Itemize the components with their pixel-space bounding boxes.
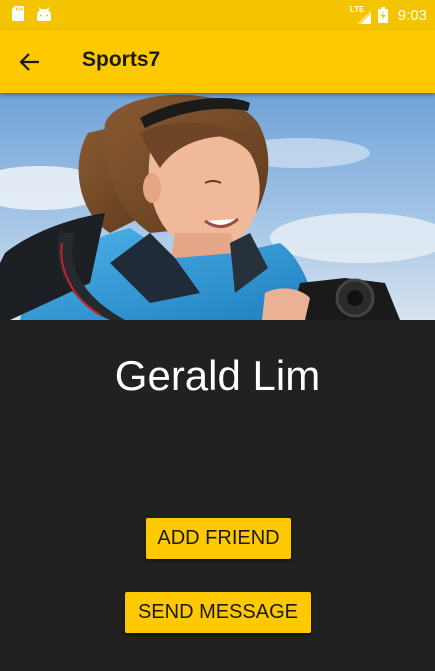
status-left-icons [12, 6, 52, 21]
arrow-left-icon [19, 53, 39, 71]
sd-card-icon [12, 6, 24, 21]
profile-photo [0, 93, 435, 320]
app-bar: Sports7 [0, 30, 435, 93]
status-time: 9:03 [397, 6, 427, 24]
send-message-button[interactable]: SEND MESSAGE [125, 592, 311, 633]
profile-name: Gerald Lim [114, 352, 321, 399]
android-icon [37, 6, 51, 21]
back-button[interactable] [14, 46, 46, 78]
status-bar: LTE 9:03 [0, 0, 435, 30]
battery-charging-icon [377, 7, 388, 23]
add-friend-button[interactable]: ADD FRIEND [146, 518, 291, 559]
lte-signal-icon: LTE [350, 5, 372, 24]
status-right-icons: LTE 9:03 [350, 5, 427, 25]
page-title: Sports7 [82, 48, 161, 71]
